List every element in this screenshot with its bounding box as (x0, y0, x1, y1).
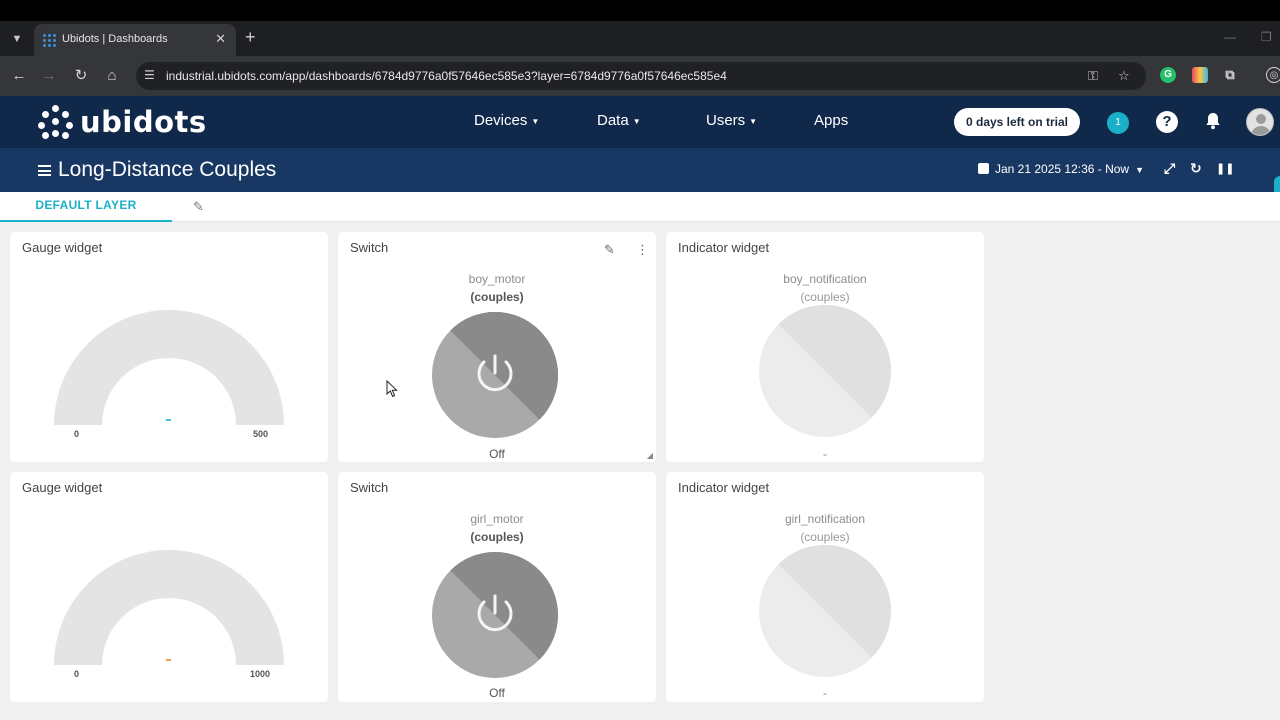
switch-state: Off (489, 686, 505, 700)
gauge-widget-1[interactable]: Gauge widget 0 500 (10, 232, 328, 462)
logo-dots-icon (38, 104, 74, 140)
gauge-needle (166, 419, 171, 421)
caret-down-icon: ▼ (749, 116, 758, 126)
nav-data[interactable]: Data ▼ (597, 112, 641, 129)
browser-tab[interactable]: Ubidots | Dashboards ✕ (34, 24, 236, 56)
screen-top-bar (0, 0, 1280, 21)
home-icon[interactable]: ⌂ (103, 67, 121, 85)
calendar-icon (978, 163, 989, 174)
indicator-value: - (823, 686, 827, 700)
user-avatar[interactable] (1246, 108, 1274, 136)
switch-toggle[interactable] (431, 551, 559, 679)
site-info-icon[interactable]: ☰ (144, 68, 155, 82)
logo-text: ubidots (80, 105, 207, 139)
notification-count-badge[interactable]: 1 (1107, 112, 1129, 134)
nav-apps[interactable]: Apps (814, 112, 848, 129)
extensions-puzzle-icon[interactable]: ⧉ (1222, 67, 1238, 83)
password-key-icon[interactable]: ⚿ (1088, 68, 1098, 84)
indicator-light (759, 305, 891, 437)
widget-title: Indicator widget (678, 240, 770, 255)
color-extension-icon[interactable] (1192, 67, 1208, 83)
minimize-icon[interactable]: — (1224, 30, 1236, 44)
device-name: (couples) (470, 290, 524, 304)
dashboard-bar: Long-Distance Couples Jan 21 2025 12:36 … (0, 148, 1280, 192)
refresh-icon[interactable]: ↻ (1190, 160, 1202, 177)
gauge-needle (166, 659, 171, 661)
caret-down-icon: ▼ (1135, 164, 1145, 175)
mouse-cursor-icon (386, 380, 398, 398)
nav-data-label: Data (597, 112, 629, 129)
ubidots-logo[interactable]: ubidots (38, 104, 207, 140)
edit-pencil-icon[interactable]: ✎ (604, 242, 615, 258)
date-range-text: Jan 21 2025 12:36 - Now (995, 162, 1130, 176)
forward-icon[interactable]: → (40, 67, 58, 85)
ubidots-favicon-icon (42, 33, 56, 47)
bookmark-star-icon[interactable]: ☆ (1118, 68, 1130, 84)
nav-users-label: Users (706, 112, 746, 129)
reload-icon[interactable]: ↻ (72, 67, 90, 85)
caret-down-icon: ▼ (632, 116, 641, 126)
gauge-min-label: 0 (74, 429, 80, 439)
tab-search-icon[interactable]: ▼ (8, 30, 26, 48)
more-options-icon[interactable]: ⋮ (636, 242, 649, 258)
help-icon[interactable]: ? (1156, 111, 1178, 133)
date-range-picker[interactable]: Jan 21 2025 12:36 - Now ▼ (978, 162, 1144, 176)
variable-name: boy_motor (468, 272, 526, 286)
indicator-light (759, 545, 891, 677)
browser-address-bar: ← → ↻ ⌂ ☰ industrial.ubidots.com/app/das… (0, 56, 1280, 96)
resize-handle-icon[interactable]: ◢ (647, 451, 653, 460)
indicator-value: - (823, 447, 827, 461)
url-field[interactable]: ☰ industrial.ubidots.com/app/dashboards/… (136, 62, 1146, 90)
profile-icon[interactable]: ◎ (1266, 67, 1280, 83)
grammarly-extension-icon[interactable]: G (1160, 67, 1176, 83)
menu-icon[interactable] (38, 165, 51, 176)
widget-title: Switch (350, 240, 389, 255)
widget-title: Switch (350, 480, 389, 495)
gauge-widget-2[interactable]: Gauge widget 0 1000 (10, 472, 328, 702)
new-tab-icon[interactable]: + (245, 28, 256, 46)
widget-title: Gauge widget (22, 240, 103, 255)
nav-devices[interactable]: Devices ▼ (474, 112, 539, 129)
gauge-max-label: 1000 (250, 669, 271, 679)
widget-title: Indicator widget (678, 480, 770, 495)
dashboard-title[interactable]: Long-Distance Couples (58, 158, 276, 182)
switch-widget-2[interactable]: Switch girl_motor (couples) Off (338, 472, 656, 702)
gauge-arc (54, 310, 284, 425)
tab-title: Ubidots | Dashboards (62, 33, 168, 45)
caret-down-icon: ▼ (531, 116, 540, 126)
fullscreen-icon[interactable]: ⤢ (1164, 160, 1175, 177)
gauge-min-label: 0 (74, 669, 80, 679)
maximize-icon[interactable]: ❐ (1261, 30, 1272, 44)
tab-close-icon[interactable]: ✕ (215, 31, 226, 47)
pause-icon[interactable]: ❚❚ (1216, 162, 1234, 175)
layer-bar: DEFAULT LAYER ✎ (0, 192, 1280, 222)
trial-button[interactable]: 0 days left on trial (954, 108, 1080, 136)
switch-state: Off (489, 447, 505, 461)
edit-layer-pencil-icon[interactable]: ✎ (193, 199, 204, 215)
nav-users[interactable]: Users ▼ (706, 112, 757, 129)
switch-widget-1[interactable]: Switch ✎ ⋮ boy_motor (couples) Off ◢ (338, 232, 656, 462)
indicator-widget-2[interactable]: Indicator widget girl_notification (coup… (666, 472, 984, 702)
app-header: ubidots Devices ▼ Data ▼ Users ▼ Apps 0 day… (0, 96, 1280, 148)
bell-icon[interactable] (1202, 110, 1224, 132)
gauge-arc (54, 550, 284, 665)
widget-title: Gauge widget (22, 480, 103, 495)
tab-default-layer[interactable]: DEFAULT LAYER (0, 192, 172, 222)
back-icon[interactable]: ← (10, 67, 28, 85)
variable-name: girl_motor (470, 512, 524, 526)
nav-devices-label: Devices (474, 112, 528, 129)
device-name: (couples) (470, 530, 524, 544)
indicator-widget-1[interactable]: Indicator widget boy_notification (coupl… (666, 232, 984, 462)
gauge-max-label: 500 (253, 429, 269, 439)
variable-name: girl_notification (784, 512, 866, 526)
device-name: (couples) (800, 530, 850, 544)
browser-tab-bar: ▼ Ubidots | Dashboards ✕ + — ❐ (0, 21, 1280, 56)
device-name: (couples) (800, 290, 850, 304)
url-text: industrial.ubidots.com/app/dashboards/67… (166, 69, 727, 83)
switch-toggle[interactable] (431, 311, 559, 439)
variable-name: boy_notification (783, 272, 867, 286)
